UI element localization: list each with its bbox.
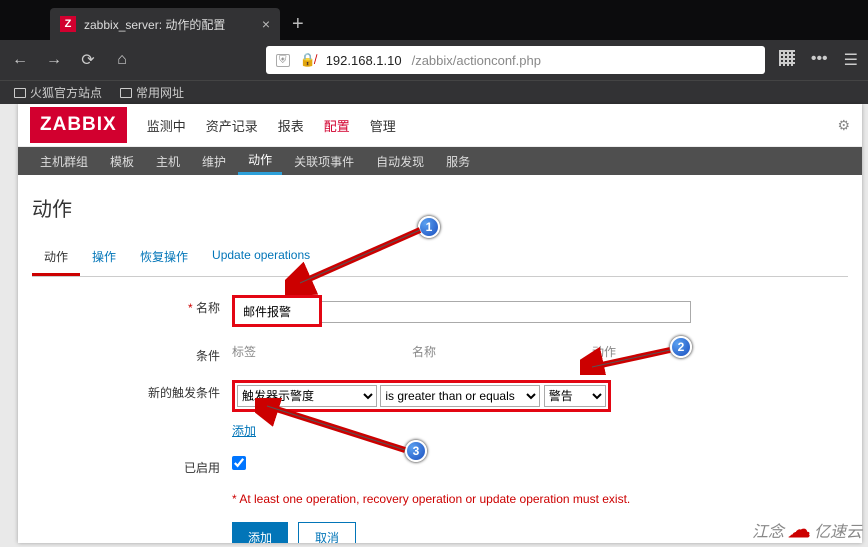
subnav-discovery[interactable]: 自动发现 — [366, 147, 434, 175]
enabled-checkbox[interactable] — [232, 456, 246, 470]
name-input[interactable] — [237, 300, 317, 322]
watermark-text: 江念 — [752, 518, 784, 542]
conditions-header: 标签 名称 动作 — [232, 343, 848, 360]
annotation-highlight: 触发器示警度 is greater than or equals 警告 — [232, 380, 611, 412]
menu-icon[interactable]: ☰ — [844, 50, 858, 70]
spacer — [32, 492, 232, 496]
col-tag: 标签 — [232, 343, 412, 360]
subnav-hostgroups[interactable]: 主机群组 — [30, 147, 98, 175]
warning-text: At least one operation, recovery operati… — [232, 492, 848, 506]
app-logo[interactable]: ZABBIX — [30, 107, 127, 143]
watermark: 江念 ☁ 亿速云 — [752, 517, 862, 543]
annotation-badge-3: 3 — [405, 440, 427, 462]
nav-monitoring[interactable]: 监测中 — [147, 116, 186, 135]
annotation-badge-2: 2 — [670, 336, 692, 358]
more-icon[interactable]: ••• — [811, 50, 828, 70]
action-form: 名称 条件 标签 名称 动作 新的触发条件 — [32, 295, 848, 543]
browser-tab[interactable]: Z zabbix_server: 动作的配置 × — [50, 8, 280, 40]
col-action: 动作 — [592, 343, 616, 360]
bookmark-label: 常用网址 — [136, 84, 184, 101]
newcond-label: 新的触发条件 — [32, 380, 232, 401]
subnav-services[interactable]: 服务 — [436, 147, 480, 175]
enabled-label: 已启用 — [32, 455, 232, 476]
top-nav: ZABBIX 监测中 资产记录 报表 配置 管理 ⚙ — [18, 104, 862, 147]
new-tab-button[interactable]: + — [280, 8, 316, 40]
condition-type-select[interactable]: 触发器示警度 — [237, 385, 377, 407]
subnav-templates[interactable]: 模板 — [100, 147, 144, 175]
tab-favicon: Z — [60, 16, 76, 32]
subnav-maintenance[interactable]: 维护 — [192, 147, 236, 175]
watermark-brand: 亿速云 — [814, 518, 862, 542]
conditions-label: 条件 — [32, 343, 232, 364]
page-title: 动作 — [32, 193, 848, 222]
sub-nav: 主机群组 模板 主机 维护 动作 关联项事件 自动发现 服务 — [18, 147, 862, 175]
condition-value-select[interactable]: 警告 — [544, 385, 606, 407]
bookmark-item[interactable]: 常用网址 — [120, 84, 184, 101]
nav-configuration[interactable]: 配置 — [324, 116, 350, 135]
tab-recovery[interactable]: 恢复操作 — [128, 240, 200, 276]
url-path: /zabbix/actionconf.php — [412, 53, 541, 68]
subnav-correlation[interactable]: 关联项事件 — [284, 147, 364, 175]
annotation-badge-1: 1 — [418, 216, 440, 238]
condition-operator-select[interactable]: is greater than or equals — [380, 385, 540, 407]
nav-inventory[interactable]: 资产记录 — [206, 116, 258, 135]
home-icon[interactable]: ⌂ — [112, 51, 132, 69]
tab-title: zabbix_server: 动作的配置 — [84, 16, 225, 33]
subnav-actions[interactable]: 动作 — [238, 147, 282, 175]
browser-toolbar: ← → ⟳ ⌂ ⛨ 🔒̸ 192.168.1.10/zabbix/actionc… — [0, 40, 868, 80]
bookmark-label: 火狐官方站点 — [30, 84, 102, 101]
tab-update-ops[interactable]: Update operations — [200, 240, 322, 276]
content-area: 动作 动作 操作 恢复操作 Update operations 名称 条件 标签 — [18, 175, 862, 543]
url-bar[interactable]: ⛨ 🔒̸ 192.168.1.10/zabbix/actionconf.php — [266, 46, 765, 74]
nav-reports[interactable]: 报表 — [278, 116, 304, 135]
back-icon[interactable]: ← — [10, 51, 30, 69]
submit-button[interactable]: 添加 — [232, 522, 288, 543]
strike-lock-icon: 🔒̸ — [300, 52, 316, 68]
nav-administration[interactable]: 管理 — [370, 116, 396, 135]
gear-icon[interactable]: ⚙ — [837, 117, 850, 134]
reload-icon[interactable]: ⟳ — [78, 50, 98, 70]
forward-icon[interactable]: → — [44, 51, 64, 69]
app-page: ZABBIX 监测中 资产记录 报表 配置 管理 ⚙ 主机群组 模板 主机 维护… — [18, 104, 862, 543]
shield-icon: ⛨ — [276, 54, 290, 67]
name-input-ext[interactable] — [322, 301, 691, 323]
subnav-hosts[interactable]: 主机 — [146, 147, 190, 175]
folder-icon — [14, 88, 26, 98]
browser-tabstrip: Z zabbix_server: 动作的配置 × + — [0, 0, 868, 40]
cancel-button[interactable]: 取消 — [298, 522, 356, 543]
annotation-highlight — [232, 295, 322, 327]
tab-action[interactable]: 动作 — [32, 240, 80, 276]
bookmarks-bar: 火狐官方站点 常用网址 — [0, 80, 868, 104]
name-label: 名称 — [32, 295, 232, 316]
col-name: 名称 — [412, 343, 592, 360]
content-tabs: 动作 操作 恢复操作 Update operations — [32, 240, 848, 277]
url-host: 192.168.1.10 — [326, 53, 402, 68]
close-icon[interactable]: × — [262, 16, 270, 32]
tab-operations[interactable]: 操作 — [80, 240, 128, 276]
qr-icon[interactable] — [779, 50, 795, 66]
watermark-logo-icon: ☁ — [788, 517, 810, 543]
folder-icon — [120, 88, 132, 98]
bookmark-item[interactable]: 火狐官方站点 — [14, 84, 102, 101]
add-condition-link[interactable]: 添加 — [232, 424, 256, 438]
